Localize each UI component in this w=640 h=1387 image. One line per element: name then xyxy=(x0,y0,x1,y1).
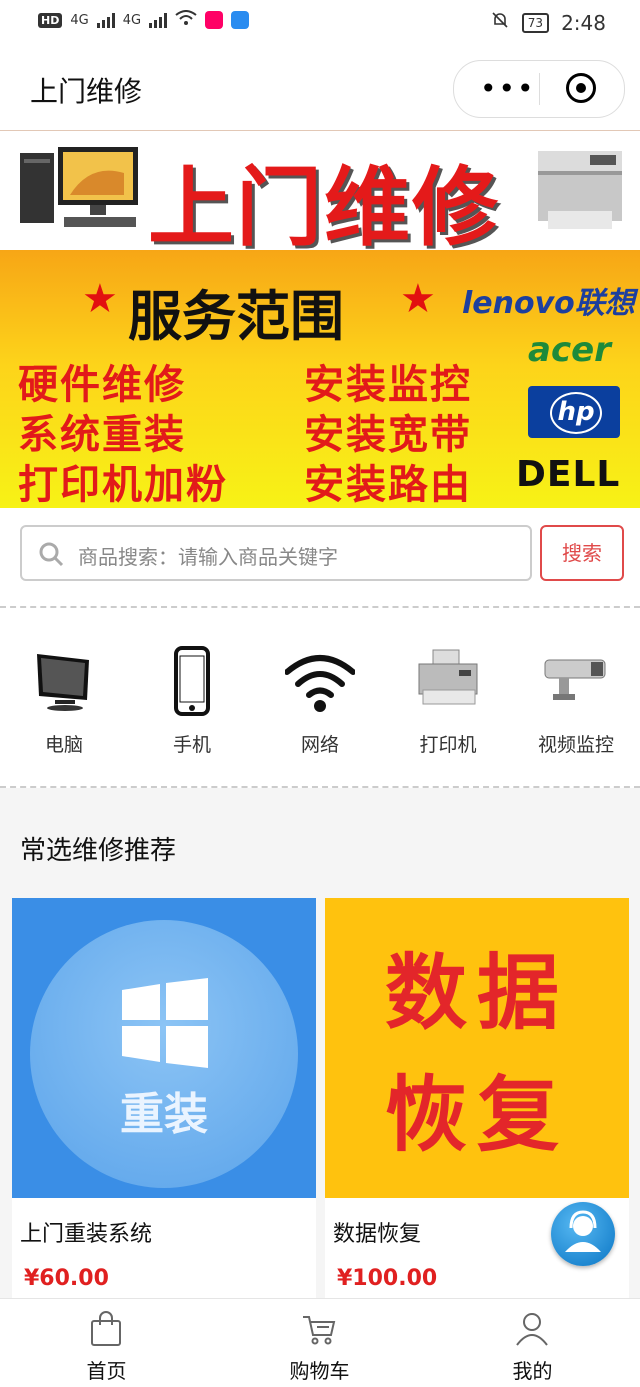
category-label: 电脑 xyxy=(44,734,83,756)
search-bar: 商品搜索：请输入商品关键字 搜索 xyxy=(0,508,640,608)
tab-label: 首页 xyxy=(86,1359,127,1383)
printer-icon xyxy=(418,649,478,705)
wifi-icon xyxy=(285,655,355,712)
service-title: 服务范围 xyxy=(128,285,344,348)
capsule-divider xyxy=(539,73,540,105)
tab-cart[interactable]: 购物车 xyxy=(213,1299,426,1387)
app-notification-icon-2 xyxy=(231,11,250,29)
camera-icon xyxy=(544,659,606,700)
brand-hp-logo: hp xyxy=(528,386,620,438)
product-price: ¥100.00 xyxy=(337,1266,438,1291)
category-computer[interactable]: 电脑 xyxy=(0,608,128,786)
product-image-text: 恢复 xyxy=(384,1067,569,1163)
target-icon[interactable] xyxy=(566,73,596,103)
signal-icon-2 xyxy=(149,12,168,28)
brand-hp: hp xyxy=(550,392,602,434)
star-icon: ★ xyxy=(82,276,118,322)
brand-acer: acer xyxy=(528,330,611,370)
search-input[interactable]: 商品搜索：请输入商品关键字 xyxy=(20,525,532,581)
printer-illustration-icon xyxy=(538,151,622,229)
network-label-1: 4G xyxy=(70,12,89,28)
brand-lenovo: lenovo联想 xyxy=(462,286,635,321)
tab-home[interactable]: 首页 xyxy=(0,1299,213,1387)
category-camera[interactable]: 视频监控 xyxy=(512,608,640,786)
tab-label: 购物车 xyxy=(289,1359,350,1383)
wifi-status-icon xyxy=(175,10,197,30)
category-label: 手机 xyxy=(172,734,211,756)
category-label: 视频监控 xyxy=(537,734,614,756)
star-icon: ★ xyxy=(400,276,436,322)
category-network[interactable]: 网络 xyxy=(256,608,384,786)
tab-profile[interactable]: 我的 xyxy=(426,1299,639,1387)
service-banner: ★ 服务范围 ★ 硬件维修 系统重装 打印机加粉 安装监控 安装宽带 安装路由 … xyxy=(0,250,640,508)
app-notification-icon xyxy=(205,11,224,29)
category-grid: 电脑 手机 网络 打印机 视频监控 xyxy=(0,608,640,788)
tab-label: 我的 xyxy=(512,1359,553,1383)
service-item: 打印机加粉 xyxy=(18,462,228,508)
category-printer[interactable]: 打印机 xyxy=(384,608,512,786)
category-label: 打印机 xyxy=(419,734,477,756)
headset-user-icon xyxy=(565,1210,601,1252)
product-card[interactable]: 重装 上门重装系统 ¥60.00 xyxy=(12,898,316,1298)
product-image: 重装 xyxy=(12,898,316,1198)
product-price: ¥60.00 xyxy=(24,1266,109,1291)
brand-dell: DELL xyxy=(516,454,621,495)
search-icon xyxy=(39,542,64,567)
category-phone[interactable]: 手机 xyxy=(128,608,256,786)
status-left: HD 4G 4G xyxy=(38,10,250,30)
windows-logo-icon xyxy=(122,978,208,1068)
mute-bell-icon xyxy=(490,10,510,35)
product-name: 数据恢复 xyxy=(333,1222,422,1247)
product-name: 上门重装系统 xyxy=(20,1222,153,1247)
bag-icon xyxy=(91,1311,121,1346)
cart-icon xyxy=(303,1316,336,1345)
search-button[interactable]: 搜索 xyxy=(540,525,624,581)
computer-illustration-icon xyxy=(20,147,138,227)
product-image-text: 重装 xyxy=(120,1089,208,1140)
network-label-2: 4G xyxy=(122,12,142,28)
product-image-text: 数据 xyxy=(384,945,569,1041)
status-bar: HD 4G 4G 73 2:48 xyxy=(0,0,640,44)
product-image: 数据 恢复 xyxy=(325,898,629,1198)
page-title: 上门维修 xyxy=(30,75,143,108)
banner-header: 上门维修 xyxy=(0,131,640,258)
status-time: 2:48 xyxy=(561,10,606,35)
hd-badge: HD xyxy=(38,12,63,28)
signal-icon xyxy=(96,12,115,28)
navigation-bar: 上门维修 ••• xyxy=(0,44,640,131)
tab-bar: 首页 购物车 我的 xyxy=(0,1298,640,1387)
menu-capsule: ••• xyxy=(453,60,625,118)
phone-icon xyxy=(174,646,210,716)
customer-service-button[interactable] xyxy=(551,1202,615,1266)
banner-title: 上门维修 xyxy=(148,157,500,258)
more-dots-icon[interactable]: ••• xyxy=(480,75,536,103)
category-label: 网络 xyxy=(300,734,339,756)
service-item: 安装路由 xyxy=(304,462,472,508)
monitor-icon xyxy=(37,654,89,711)
user-icon xyxy=(516,1313,548,1346)
battery-indicator: 73 xyxy=(521,12,550,33)
section-title: 常选维修推荐 xyxy=(20,836,177,866)
search-placeholder: 商品搜索：请输入商品关键字 xyxy=(78,545,338,569)
status-right: 73 2:48 xyxy=(490,10,606,35)
